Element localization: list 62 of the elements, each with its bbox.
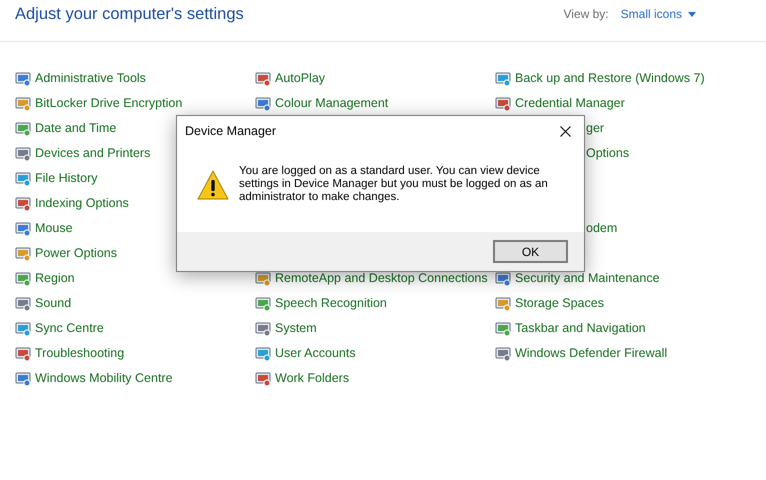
applet-icon [255, 320, 271, 336]
dialog-message: You are logged on as a standard user. You can view device settings in Device Manager but you must be logged on as an administrator to make changes. [239, 165, 549, 204]
applet-link[interactable]: AutoPlay [275, 69, 326, 88]
applet-link[interactable]: Indexing Options [35, 194, 129, 213]
applet-link[interactable]: Troubleshooting [35, 344, 124, 363]
close-icon [560, 126, 570, 136]
applet-link[interactable]: Devices and Printers [35, 144, 150, 163]
applet-link[interactable]: Storage Spaces [515, 294, 604, 313]
applet-link[interactable]: User Accounts [275, 344, 356, 363]
applet-link[interactable]: Sound [35, 294, 72, 313]
applet-icon [15, 70, 31, 86]
applet-icon [15, 96, 31, 112]
applet-link[interactable]: Sync Centre [35, 319, 104, 338]
applet-link[interactable]: Power Options [35, 244, 117, 263]
applet-link[interactable]: odem [586, 219, 618, 238]
applet-link[interactable]: System [275, 319, 317, 338]
applet-icon [15, 220, 31, 236]
applet-link[interactable]: BitLocker Drive Encryption [35, 94, 182, 113]
applet-link[interactable]: Taskbar and Navigation [515, 319, 646, 338]
applet-link[interactable]: Windows Mobility Centre [35, 369, 173, 388]
applet-icon [495, 320, 511, 336]
applet-icon [255, 370, 271, 386]
applet-link[interactable]: Speech Recognition [275, 294, 387, 313]
applet-icon [495, 346, 511, 362]
applet-icon [495, 96, 511, 112]
applet-link[interactable]: Options [586, 144, 630, 163]
ok-button[interactable]: OK [493, 240, 568, 263]
page-title: Adjust your computer's settings [15, 4, 244, 25]
applet-link[interactable]: Credential Manager [515, 94, 625, 113]
dialog-title: Device Manager [185, 122, 276, 140]
applet-icon [15, 320, 31, 336]
applet-link[interactable]: Date and Time [35, 119, 116, 138]
applet-link[interactable]: RemoteApp and Desktop Connections [275, 269, 488, 288]
view-by-label: View by: [564, 6, 609, 23]
applet-icon [255, 96, 271, 112]
applet-link[interactable]: Work Folders [275, 369, 350, 388]
applet-icon [15, 370, 31, 386]
view-by-dropdown[interactable]: Small icons [620, 5, 696, 23]
applet-icon [15, 270, 31, 286]
applet-icon [15, 296, 31, 312]
applet-icon [255, 70, 271, 86]
applet-link[interactable]: Security and Maintenance [515, 269, 660, 288]
warning-icon [197, 170, 229, 200]
applet-link[interactable]: Administrative Tools [35, 69, 146, 88]
applet-icon [15, 196, 31, 212]
applet-icon [495, 70, 511, 86]
applet-link[interactable]: File History [35, 169, 98, 188]
applet-icon [15, 170, 31, 186]
applet-icon [255, 296, 271, 312]
applet-icon [495, 296, 511, 312]
applet-link[interactable]: Region [35, 269, 75, 288]
applet-link[interactable]: Windows Defender Firewall [515, 344, 668, 363]
applet-icon [15, 246, 31, 262]
applet-icon [15, 120, 31, 136]
applet-link[interactable]: ger [586, 119, 604, 138]
applet-link[interactable]: Mouse [35, 219, 73, 238]
applet-icon [255, 346, 271, 362]
applet-link[interactable]: Back up and Restore (Windows 7) [515, 69, 705, 88]
applet-icon [15, 146, 31, 162]
applet-icon [15, 346, 31, 362]
caret-icon [688, 12, 696, 16]
applet-link[interactable]: Colour Management [275, 94, 388, 113]
